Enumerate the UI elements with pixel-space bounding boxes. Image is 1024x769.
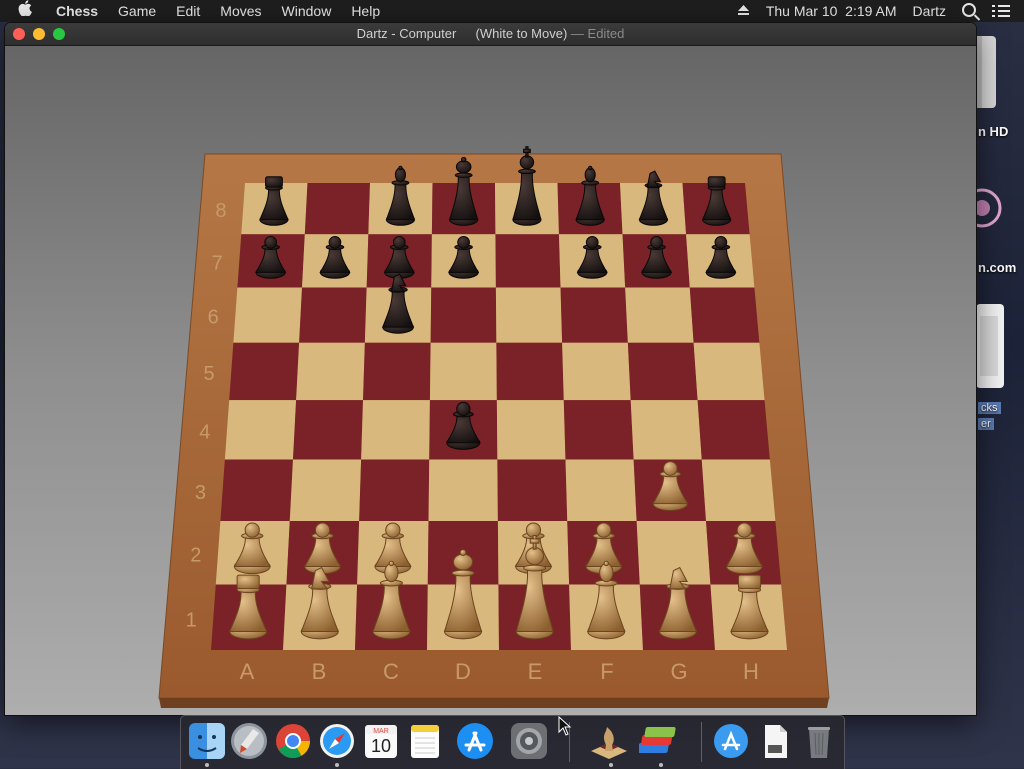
menu-moves[interactable]: Moves xyxy=(210,0,271,22)
menubar-user[interactable]: Dartz xyxy=(905,0,954,22)
chess-board-scene[interactable]: 8 7 6 5 4 3 2 1 A B C D E F G H xyxy=(5,46,976,715)
rank-label: 8 xyxy=(215,200,226,222)
app-store-icon[interactable] xyxy=(455,721,495,761)
safari-icon[interactable] xyxy=(317,721,357,761)
calendar-month: MAR xyxy=(373,728,389,735)
file-label: B xyxy=(312,659,327,684)
square-a6[interactable] xyxy=(233,287,303,343)
desktop-label-er[interactable]: er xyxy=(978,418,994,430)
calendar-day: 10 xyxy=(371,736,391,756)
chrome-icon[interactable] xyxy=(273,721,313,761)
window-titlebar[interactable]: Dartz - Computer (White to Move) — Edite… xyxy=(5,23,976,46)
trash-icon[interactable] xyxy=(799,721,839,761)
downloads-folder-icon[interactable] xyxy=(711,721,751,761)
square-f4[interactable] xyxy=(563,400,634,460)
hard-disk-icon[interactable] xyxy=(976,36,996,113)
file-label: C xyxy=(383,659,399,684)
menu-bar: Chess Game Edit Moves Window Help Thu Ma… xyxy=(0,0,1024,22)
square-d6[interactable] xyxy=(430,287,497,343)
rank-label: 6 xyxy=(208,307,219,329)
chess-icon[interactable] xyxy=(589,721,629,761)
eject-icon[interactable] xyxy=(729,0,758,22)
rank-label: 2 xyxy=(190,545,201,567)
edited-indicator: — Edited xyxy=(570,26,625,41)
calendar-icon[interactable]: MAR 10 xyxy=(361,721,401,761)
rank-label: 5 xyxy=(204,363,215,385)
close-button[interactable] xyxy=(13,28,25,40)
square-h4[interactable] xyxy=(697,400,770,460)
square-e6[interactable] xyxy=(495,287,563,343)
apple-menu-icon[interactable] xyxy=(0,0,46,23)
desktop-label-com[interactable]: n.com xyxy=(978,260,1016,275)
square-f3[interactable] xyxy=(565,459,637,521)
file-label: G xyxy=(670,659,687,684)
board-squares xyxy=(211,183,787,650)
square-c5[interactable] xyxy=(363,342,431,401)
document-icon[interactable] xyxy=(755,721,795,761)
square-h3[interactable] xyxy=(701,459,776,521)
launchpad-icon[interactable] xyxy=(229,721,269,761)
square-g6[interactable] xyxy=(625,287,694,343)
dock: MAR 10 xyxy=(180,715,845,769)
zoom-button[interactable] xyxy=(53,28,65,40)
menu-help[interactable]: Help xyxy=(341,0,390,22)
notes-icon[interactable] xyxy=(405,721,445,761)
system-preferences-icon[interactable] xyxy=(509,721,549,761)
square-a4[interactable] xyxy=(224,400,297,460)
mouse-pointer-icon xyxy=(558,716,572,736)
square-b3[interactable] xyxy=(289,459,362,521)
spotlight-search-icon[interactable] xyxy=(954,0,984,22)
square-f5[interactable] xyxy=(562,342,631,401)
bluestacks-running-dot xyxy=(659,763,663,767)
rank-label: 1 xyxy=(186,609,197,631)
menu-game[interactable]: Game xyxy=(108,0,166,22)
square-b4[interactable] xyxy=(292,400,364,460)
minimize-button[interactable] xyxy=(33,28,45,40)
chess-running-dot xyxy=(609,763,613,767)
square-a5[interactable] xyxy=(229,342,300,401)
rank-label: 7 xyxy=(212,252,223,274)
square-e7[interactable] xyxy=(495,234,561,288)
menu-edit[interactable]: Edit xyxy=(166,0,210,22)
window-title: Dartz - Computer xyxy=(356,26,457,41)
square-e5[interactable] xyxy=(496,342,564,401)
window-subtitle: (White to Move) xyxy=(475,26,568,41)
safari-running-dot xyxy=(335,763,339,767)
file-label: H xyxy=(743,659,759,684)
square-d3[interactable] xyxy=(428,459,498,521)
square-e3[interactable] xyxy=(497,459,568,521)
notification-center-icon[interactable] xyxy=(984,0,1024,22)
menu-window[interactable]: Window xyxy=(272,0,342,22)
app-icon[interactable] xyxy=(962,172,1002,249)
square-h5[interactable] xyxy=(693,342,765,401)
rank-label: 4 xyxy=(199,422,210,444)
finder-running-dot xyxy=(205,763,209,767)
menu-chess[interactable]: Chess xyxy=(46,0,108,22)
square-e4[interactable] xyxy=(496,400,566,460)
square-h6[interactable] xyxy=(689,287,760,343)
square-c4[interactable] xyxy=(361,400,430,460)
square-d5[interactable] xyxy=(429,342,497,401)
square-g4[interactable] xyxy=(630,400,702,460)
dock-separator-2 xyxy=(701,722,702,762)
square-b8[interactable] xyxy=(304,183,370,235)
square-g5[interactable] xyxy=(627,342,698,401)
square-b5[interactable] xyxy=(296,342,365,401)
bluestacks-icon[interactable] xyxy=(637,721,679,761)
menubar-clock[interactable]: Thu Mar 10 2:19 AM xyxy=(758,0,905,22)
square-a3[interactable] xyxy=(220,459,293,521)
file-label: A xyxy=(240,659,255,684)
drive-icon[interactable] xyxy=(976,304,1004,393)
square-b6[interactable] xyxy=(299,287,367,343)
desktop-label-hd[interactable]: n HD xyxy=(978,124,1008,139)
square-f6[interactable] xyxy=(560,287,628,343)
rank-label: 3 xyxy=(195,482,206,504)
square-c3[interactable] xyxy=(359,459,430,521)
chess-window: Dartz - Computer (White to Move) — Edite… xyxy=(5,23,976,715)
file-label: F xyxy=(600,659,613,684)
file-label: D xyxy=(455,659,471,684)
finder-icon[interactable] xyxy=(187,721,227,761)
file-label: E xyxy=(528,659,543,684)
desktop-label-cks[interactable]: cks xyxy=(978,402,1001,414)
